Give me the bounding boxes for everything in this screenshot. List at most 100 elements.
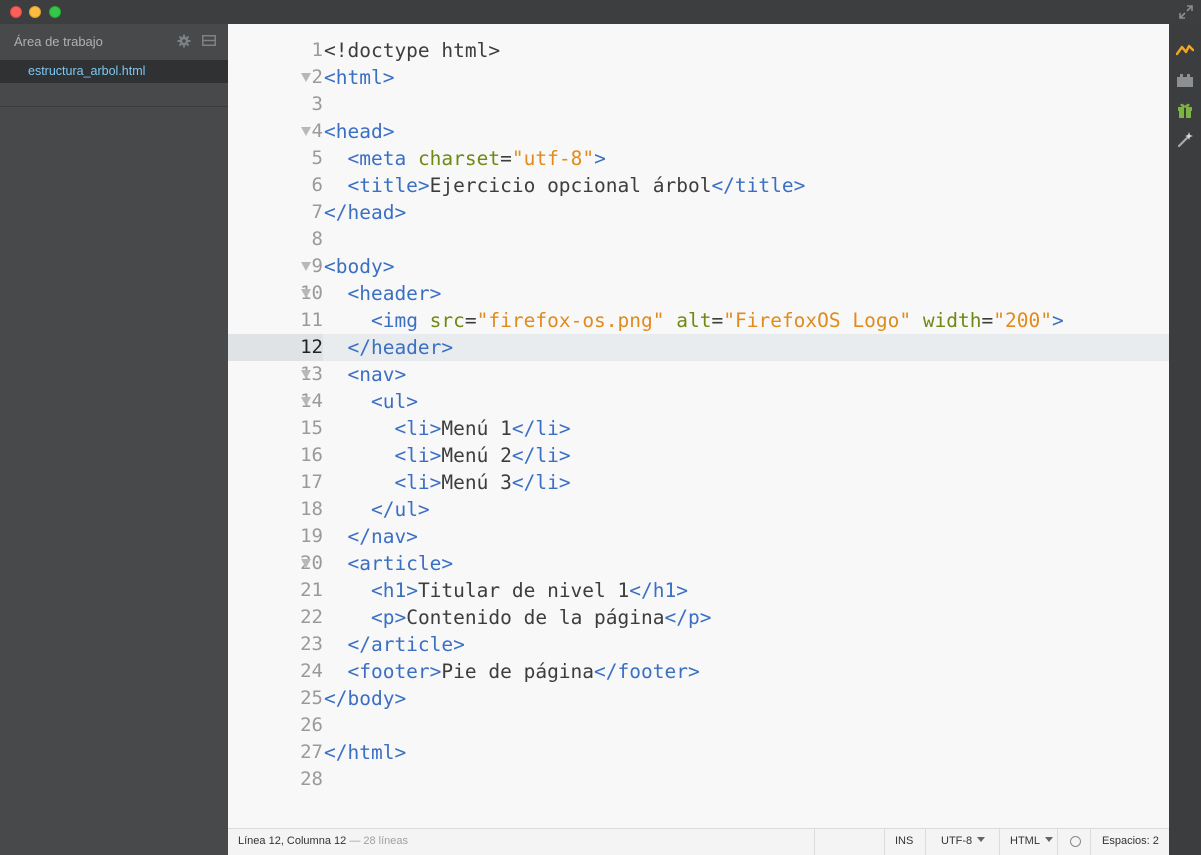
code-token: Menú 2	[441, 444, 512, 467]
code-line[interactable]: 6 <title>Ejercicio opcional árbol</title…	[228, 172, 1169, 199]
code-line[interactable]: 20 <article>	[228, 550, 1169, 577]
code-text: <!doctype html>	[324, 37, 500, 64]
gear-icon[interactable]	[176, 33, 192, 49]
code-text: <article>	[324, 550, 453, 577]
code-line[interactable]: 1 <!doctype html>	[228, 37, 1169, 64]
line-number: 11	[300, 309, 323, 331]
code-line[interactable]: 4 <head>	[228, 118, 1169, 145]
code-line[interactable]: 21 <h1>Titular de nivel 1</h1>	[228, 577, 1169, 604]
code-token: <meta	[347, 147, 418, 170]
sidebar-divider	[0, 106, 228, 107]
fold-toggle-icon[interactable]	[301, 559, 311, 568]
code-text: <nav>	[324, 361, 406, 388]
status-bar: Línea 12, Columna 12 — 28 líneas INS UTF…	[228, 828, 1169, 855]
code-line[interactable]: 17 <li>Menú 3</li>	[228, 469, 1169, 496]
gift-icon[interactable]	[1176, 101, 1194, 119]
code-line[interactable]: 12 </header>	[228, 334, 1169, 361]
indent-setting[interactable]: Espacios: 2	[1102, 835, 1159, 847]
cursor-position-text: Línea 12, Columna 12	[238, 835, 347, 847]
live-preview-icon[interactable]	[1176, 41, 1194, 59]
code-line[interactable]: 18 </ul>	[228, 496, 1169, 523]
code-token: <title>	[347, 174, 430, 197]
extension-manager-icon[interactable]	[1176, 71, 1194, 89]
encoding-select[interactable]: UTF-8	[941, 835, 986, 847]
linter-status-icon[interactable]	[1070, 836, 1081, 847]
line-number: 8	[311, 228, 323, 250]
code-line[interactable]: 7 </head>	[228, 199, 1169, 226]
code-line[interactable]: 9 <body>	[228, 253, 1169, 280]
cursor-position: Línea 12, Columna 12 — 28 líneas	[238, 835, 408, 847]
line-number: 18	[300, 498, 323, 520]
code-token: </title>	[711, 174, 806, 197]
line-number: 28	[300, 768, 323, 790]
file-name: estructura_arbol.html	[28, 64, 146, 78]
status-separator	[884, 829, 885, 855]
code-text: </ul>	[324, 496, 430, 523]
code-token: </li>	[511, 417, 571, 440]
code-token: src	[429, 309, 465, 332]
fold-toggle-icon[interactable]	[301, 262, 311, 271]
code-line[interactable]: 23 </article>	[228, 631, 1169, 658]
line-number: 12	[300, 336, 323, 358]
code-text: <p>Contenido de la página</p>	[324, 604, 711, 631]
code-text: <li>Menú 3</li>	[324, 469, 570, 496]
code-line[interactable]: 5 <meta charset="utf-8">	[228, 145, 1169, 172]
code-editor[interactable]: 1 <!doctype html> 2 <html> 3 4 <head> 5 <meta c…	[228, 24, 1169, 828]
fold-toggle-icon[interactable]	[301, 370, 311, 379]
code-line[interactable]: 24 <footer>Pie de página</footer>	[228, 658, 1169, 685]
code-line[interactable]: 13 <nav>	[228, 361, 1169, 388]
fold-toggle-icon[interactable]	[301, 289, 311, 298]
code-line[interactable]: 28	[228, 766, 1169, 793]
magic-wand-icon[interactable]	[1176, 131, 1194, 149]
code-token: </ul>	[370, 498, 430, 521]
code-line[interactable]: 14 <ul>	[228, 388, 1169, 415]
code-text: </head>	[324, 199, 406, 226]
code-line[interactable]: 10 <header>	[228, 280, 1169, 307]
fullscreen-icon[interactable]	[1179, 5, 1193, 19]
code-token: Menú 3	[441, 471, 512, 494]
code-text: <ul>	[324, 388, 418, 415]
line-number: 4	[311, 120, 323, 142]
code-token: charset	[417, 147, 501, 170]
code-token: </header>	[347, 336, 454, 359]
language-select[interactable]: HTML	[1010, 835, 1053, 847]
code-line[interactable]: 25 </body>	[228, 685, 1169, 712]
line-number: 9	[311, 255, 323, 277]
code-token: >	[1051, 309, 1064, 332]
code-line[interactable]: 22 <p>Contenido de la página</p>	[228, 604, 1169, 631]
code-token: <footer>	[347, 660, 442, 683]
line-number: 19	[300, 525, 323, 547]
code-line[interactable]: 26	[228, 712, 1169, 739]
fold-toggle-icon[interactable]	[301, 397, 311, 406]
line-number: 17	[300, 471, 323, 493]
code-line[interactable]: 15 <li>Menú 1</li>	[228, 415, 1169, 442]
gutter	[228, 91, 323, 118]
zoom-window-button[interactable]	[49, 6, 61, 18]
line-count: — 28 líneas	[349, 835, 409, 847]
overwrite-mode-toggle[interactable]: INS	[895, 835, 913, 847]
code-text: <footer>Pie de página</footer>	[324, 658, 699, 685]
fold-toggle-icon[interactable]	[301, 73, 311, 82]
code-line[interactable]: 11 <img src="firefox-os.png" alt="Firefo…	[228, 307, 1169, 334]
code-line[interactable]: 19 </nav>	[228, 523, 1169, 550]
chevron-down-icon	[1044, 837, 1053, 842]
code-line[interactable]: 27 </html>	[228, 739, 1169, 766]
working-file-item[interactable]: estructura_arbol.html	[0, 60, 228, 83]
code-line[interactable]: 3	[228, 91, 1169, 118]
code-line[interactable]: 8	[228, 226, 1169, 253]
minimize-window-button[interactable]	[29, 6, 41, 18]
line-number: 24	[300, 660, 323, 682]
code-line[interactable]: 2 <html>	[228, 64, 1169, 91]
status-separator	[925, 829, 926, 855]
fold-toggle-icon[interactable]	[301, 127, 311, 136]
close-window-button[interactable]	[10, 6, 22, 18]
code-line[interactable]: 16 <li>Menú 2</li>	[228, 442, 1169, 469]
split-view-icon[interactable]	[202, 35, 216, 46]
